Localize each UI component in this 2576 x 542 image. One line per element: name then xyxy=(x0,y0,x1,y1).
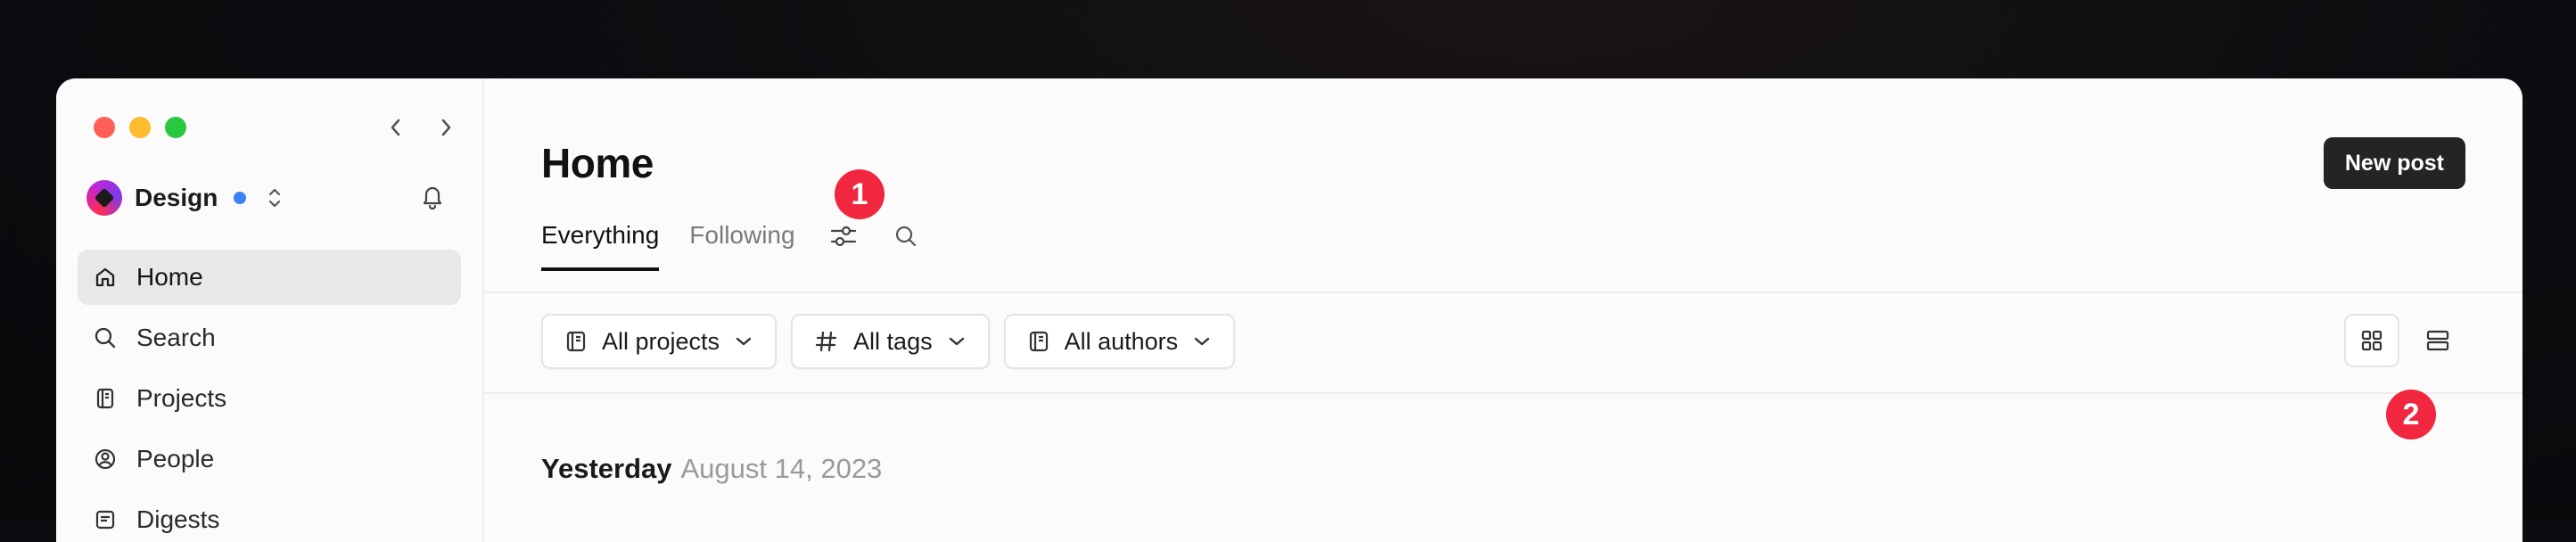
date-group-date: August 14, 2023 xyxy=(680,453,883,484)
workspace-status-dot xyxy=(234,192,247,204)
authors-filter-label: All authors xyxy=(1064,327,1179,355)
sidebar-item-label: Digests xyxy=(136,505,220,533)
search-icon xyxy=(92,324,119,351)
sidebar-nav: Home Search Projects People Digests xyxy=(78,250,461,542)
sidebar-item-label: Projects xyxy=(136,384,227,412)
sliders-icon xyxy=(830,226,856,247)
feed-tabs: Everything Following xyxy=(541,221,951,271)
page-title: Home xyxy=(541,140,654,186)
sidebar-item-people[interactable]: People xyxy=(78,431,461,487)
sidebar-item-label: Search xyxy=(136,324,216,351)
view-toggle xyxy=(2344,314,2465,367)
sidebar-item-label: Home xyxy=(136,263,203,291)
authors-filter[interactable]: All authors xyxy=(1003,314,1236,369)
sidebar-item-search[interactable]: Search xyxy=(78,310,461,365)
chevron-right-icon xyxy=(441,119,451,136)
chevron-down-icon xyxy=(1194,337,1210,346)
date-group-day: Yesterday xyxy=(541,453,672,484)
chevron-left-icon xyxy=(391,119,400,136)
app-window: Design Home Search Projects People Diges… xyxy=(56,78,2523,542)
workspace-switcher[interactable]: Design xyxy=(86,180,282,216)
new-post-button[interactable]: New post xyxy=(2323,137,2465,189)
sidebar: Design Home Search Projects People Diges… xyxy=(56,78,484,542)
chevron-down-icon xyxy=(736,337,752,346)
back-button[interactable] xyxy=(383,114,409,141)
notifications-button[interactable] xyxy=(416,180,449,212)
close-window-button[interactable] xyxy=(94,117,115,138)
workspace-name: Design xyxy=(135,184,218,211)
list-view-button[interactable] xyxy=(2410,314,2465,367)
filter-settings-button[interactable] xyxy=(826,218,861,254)
sidebar-item-digests[interactable]: Digests xyxy=(78,492,461,542)
bell-icon xyxy=(423,186,442,209)
date-group-header: Yesterday August 14, 2023 xyxy=(541,453,882,485)
grid-view-button[interactable] xyxy=(2344,314,2399,367)
projects-icon xyxy=(566,331,586,352)
zoom-window-button[interactable] xyxy=(165,117,186,138)
home-icon xyxy=(92,264,119,291)
projects-icon xyxy=(92,385,119,412)
grid-icon xyxy=(2361,330,2383,351)
tabs-divider xyxy=(484,292,2523,293)
tags-filter-label: All tags xyxy=(853,327,933,355)
callout-badge-2: 2 xyxy=(2386,390,2436,439)
feed-search-button[interactable] xyxy=(888,218,924,254)
filters-divider xyxy=(484,392,2523,394)
tags-filter[interactable]: All tags xyxy=(791,314,990,369)
minimize-window-button[interactable] xyxy=(129,117,151,138)
digest-icon xyxy=(92,506,119,533)
search-icon xyxy=(895,226,916,247)
workspace-logo xyxy=(86,180,122,216)
person-icon xyxy=(92,446,119,472)
chevron-up-down-icon xyxy=(269,188,281,208)
rows-icon xyxy=(2426,330,2449,351)
tab-following[interactable]: Following xyxy=(689,221,794,271)
projects-filter-label: All projects xyxy=(602,327,720,355)
sidebar-item-home[interactable]: Home xyxy=(78,250,461,305)
projects-icon xyxy=(1029,331,1048,352)
history-navigation xyxy=(383,114,459,141)
tab-everything[interactable]: Everything xyxy=(541,221,660,271)
window-controls xyxy=(94,117,186,138)
sidebar-item-label: People xyxy=(136,445,215,472)
filter-bar: All projects All tags All authors xyxy=(541,314,1236,369)
main-content: Home New post Everything Following All p… xyxy=(484,78,2523,542)
projects-filter[interactable]: All projects xyxy=(541,314,778,369)
forward-button[interactable] xyxy=(432,114,459,141)
hash-icon xyxy=(815,331,837,352)
callout-badge-1: 1 xyxy=(835,169,885,219)
chevron-down-icon xyxy=(949,337,964,346)
sidebar-item-projects[interactable]: Projects xyxy=(78,371,461,426)
